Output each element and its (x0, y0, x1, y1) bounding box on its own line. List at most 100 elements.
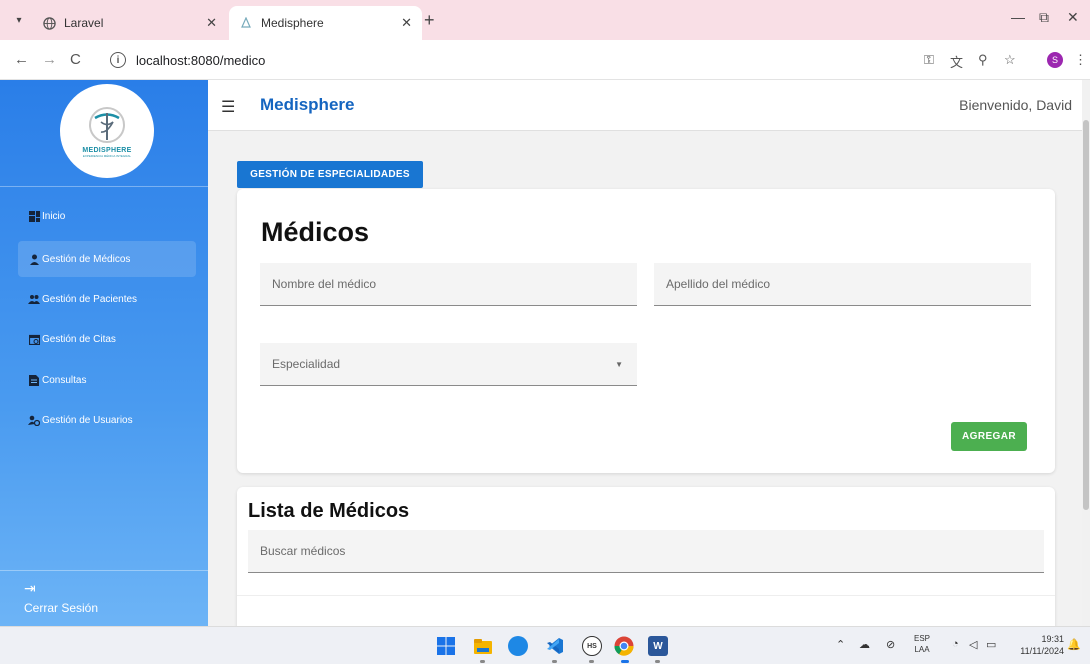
vscode-icon[interactable] (545, 636, 565, 656)
back-icon[interactable]: ← (14, 51, 29, 68)
bookmark-star-icon[interactable]: ☆ (1004, 52, 1016, 68)
welcome-text: Bienvenido, David (959, 97, 1072, 113)
calendar-icon (28, 333, 40, 345)
globe-icon (42, 16, 56, 30)
sidebar-item-inicio[interactable]: Inicio (18, 198, 196, 234)
profile-avatar[interactable]: S (1047, 52, 1063, 68)
logout-label: Cerrar Sesión (24, 601, 99, 615)
close-window-icon[interactable]: ✕ (1067, 9, 1079, 26)
tab-title: Laravel (64, 16, 104, 30)
sidebar-item-label: Gestión de Usuarios (42, 414, 133, 426)
page-title: Médicos (261, 217, 370, 247)
field-placeholder: Apellido del médico (666, 277, 771, 291)
dashboard-icon (28, 210, 40, 222)
doctor-icon (28, 253, 40, 265)
restore-icon[interactable]: ⧉ (1039, 9, 1049, 26)
doctor-first-name-input[interactable]: Nombre del médico (260, 263, 637, 306)
password-key-icon[interactable]: ⚿ (924, 52, 934, 68)
new-tab-button[interactable]: + (424, 10, 435, 31)
site-info-icon[interactable]: i (110, 52, 126, 68)
notification-bell-icon[interactable]: 🔔 (1067, 638, 1081, 651)
address-bar[interactable]: i localhost:8080/medico (100, 46, 1025, 74)
search-doctors-input[interactable]: Buscar médicos (248, 530, 1044, 573)
app-bar: ☰ Medisphere Bienvenido, David (208, 80, 1082, 131)
doctor-form-card: Médicos Nombre del médico Apellido del m… (237, 189, 1055, 473)
reload-icon[interactable]: C (70, 51, 81, 68)
browser-tab-bar: ▾ Laravel ✕ Medisphere ✕ + — ⧉ ✕ (0, 0, 1090, 40)
logo-text: MEDISPHERE (82, 146, 132, 154)
field-placeholder: Buscar médicos (260, 544, 346, 558)
clock-time: 19:31 (1041, 634, 1064, 644)
sidebar-divider (0, 570, 208, 571)
edge-copilot-icon[interactable] (508, 636, 528, 656)
windows-start-icon[interactable] (436, 636, 456, 656)
tab-close-icon[interactable]: ✕ (401, 15, 412, 31)
list-title: Lista de Médicos (248, 500, 410, 522)
hs-app-icon[interactable]: HS (582, 636, 602, 656)
sidebar-item-medicos[interactable]: Gestión de Médicos (18, 241, 196, 277)
sidebar-divider (0, 186, 208, 187)
region-code: LAA (914, 645, 930, 654)
language-code: ESP (914, 634, 931, 643)
sidebar-item-label: Inicio (42, 210, 66, 222)
sidebar: MEDISPHERE EXPERIENCIA MÉDICA INTEGRAL I… (0, 80, 208, 626)
taskbar-running-indicator (552, 660, 557, 663)
battery-icon[interactable]: ▭ (986, 638, 996, 651)
minimize-icon[interactable]: — (1011, 9, 1025, 25)
field-placeholder: Especialidad (272, 357, 341, 371)
taskbar-active-indicator (621, 660, 629, 663)
sidebar-item-label: Gestión de Pacientes (42, 293, 138, 305)
doctor-last-name-input[interactable]: Apellido del médico (654, 263, 1031, 306)
caduceus-logo-icon (89, 106, 125, 143)
patients-icon (28, 293, 40, 305)
tab-close-icon[interactable]: ✕ (206, 15, 217, 31)
browser-toolbar: ← → C i localhost:8080/medico ⚿ 文 ⚲ ☆ S … (0, 40, 1090, 80)
logo-subtitle: EXPERIENCIA MÉDICA INTEGRAL (82, 153, 132, 158)
specialty-select[interactable]: Especialidad ▼ (260, 343, 637, 386)
document-icon (28, 374, 40, 386)
field-placeholder: Nombre del médico (272, 277, 377, 291)
taskbar-running-indicator (480, 660, 485, 663)
wifi-icon[interactable]: ◔ (952, 638, 959, 650)
forward-icon[interactable]: → (42, 51, 57, 68)
tab-search-chevron-icon[interactable]: ▾ (8, 9, 30, 31)
sidebar-item-usuarios[interactable]: Gestión de Usuarios (18, 402, 196, 438)
sidebar-item-consultas[interactable]: Consultas (18, 362, 196, 398)
sidebar-item-label: Gestión de Médicos (42, 253, 131, 265)
weather-cloud-icon[interactable]: ☁ (859, 638, 870, 651)
url-text: localhost:8080/medico (136, 52, 266, 68)
main-content: GESTIÓN DE ESPECIALIDADES Médicos Nombre… (208, 131, 1082, 626)
system-clock[interactable]: 19:31 11/11/2024 (1020, 633, 1064, 657)
menu-hamburger-icon[interactable]: ☰ (221, 97, 235, 117)
sidebar-item-citas[interactable]: Gestión de Citas (18, 321, 196, 357)
sidebar-item-label: Gestión de Citas (42, 333, 116, 345)
scrollbar-thumb[interactable] (1083, 120, 1089, 510)
caret-down-icon: ▼ (615, 359, 623, 369)
volume-icon[interactable]: ◁ (969, 638, 977, 651)
language-indicator[interactable]: ESP LAA (914, 633, 930, 655)
specialties-button[interactable]: GESTIÓN DE ESPECIALIDADES (237, 161, 423, 188)
taskbar-running-indicator (655, 660, 660, 663)
tab-medisphere[interactable]: Medisphere ✕ (229, 6, 422, 40)
tray-overflow-chevron-icon[interactable]: ⌃ (836, 638, 845, 651)
logout-button[interactable]: ⇥ Cerrar Sesión (24, 580, 98, 615)
list-divider (237, 595, 1055, 596)
doctor-list-card: Lista de Médicos Buscar médicos (237, 487, 1055, 626)
app-brand[interactable]: Medisphere (260, 95, 354, 115)
app-logo: MEDISPHERE EXPERIENCIA MÉDICA INTEGRAL (60, 84, 154, 178)
zoom-icon[interactable]: ⚲ (978, 52, 988, 68)
tab-laravel[interactable]: Laravel ✕ (32, 6, 227, 40)
users-settings-icon (28, 414, 40, 426)
add-doctor-button[interactable]: AGREGAR (951, 422, 1027, 451)
medisphere-icon (239, 16, 253, 30)
chrome-icon[interactable] (614, 636, 634, 656)
windows-taskbar: HS W ⌃ ☁ ⊘ ESP LAA ◔ ◁ ▭ 19:31 11/11/202… (0, 626, 1090, 664)
browser-menu-icon[interactable]: ⋮ (1074, 52, 1087, 68)
word-icon[interactable]: W (648, 636, 668, 656)
taskbar-running-indicator (589, 660, 594, 663)
sidebar-item-label: Consultas (42, 374, 87, 386)
file-explorer-icon[interactable] (473, 636, 493, 656)
sidebar-item-pacientes[interactable]: Gestión de Pacientes (18, 281, 196, 317)
translate-icon[interactable]: 文 (950, 52, 963, 71)
sync-off-icon[interactable]: ⊘ (886, 638, 895, 651)
